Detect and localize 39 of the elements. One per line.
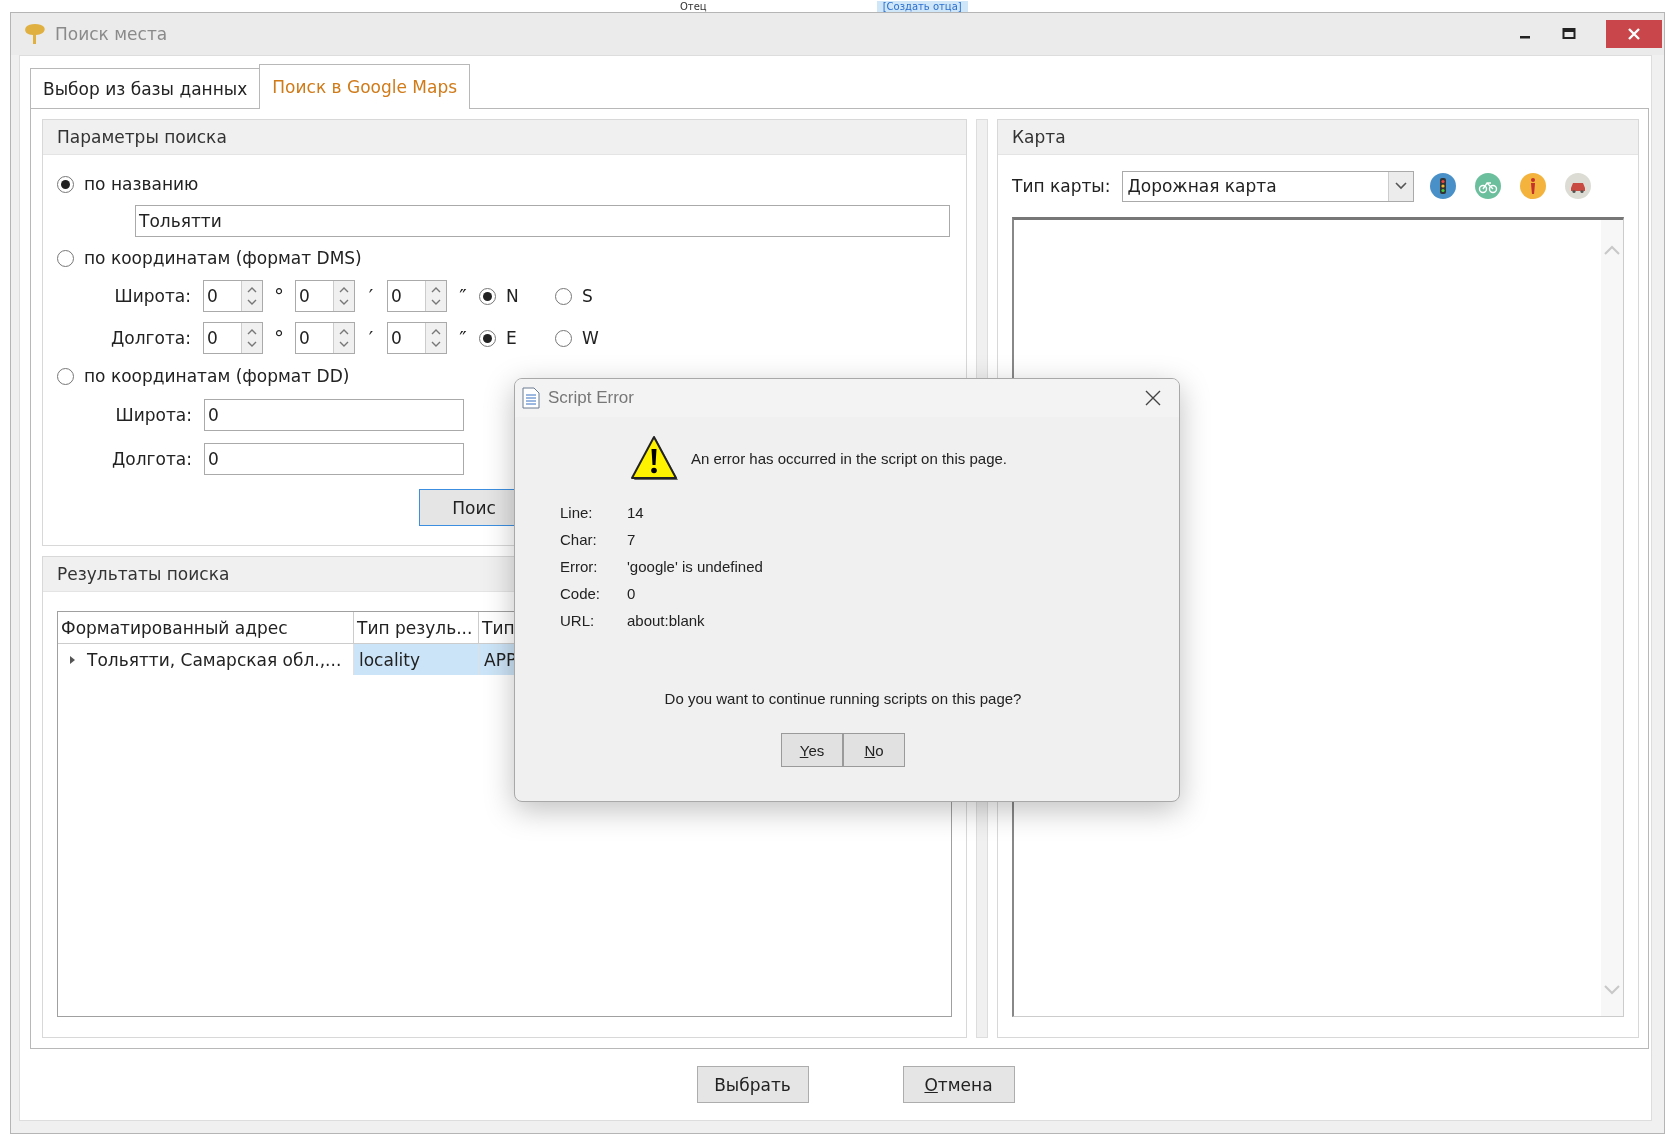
detail-value: about:blank (627, 612, 705, 629)
question-text: Do you want to continue running scripts on this page? (663, 690, 1023, 707)
unit-symbol: ″ (458, 326, 468, 350)
detail-label: Error: (560, 558, 599, 575)
detail-label: Line: (560, 504, 594, 521)
field-label: Широта: (114, 405, 193, 425)
group-title: Результаты поиска (57, 564, 230, 584)
unit-symbol: ° (273, 326, 285, 350)
field-label: Широта: (113, 286, 192, 306)
detail-value: 7 (627, 531, 636, 548)
detail-label: URL: (560, 612, 596, 629)
unit-symbol: ′ (367, 326, 375, 350)
radio-label: W (582, 328, 599, 348)
radio-label: S (582, 286, 593, 306)
field-label: Долгота: (110, 328, 192, 348)
detail-label: Char: (560, 531, 598, 548)
field-label: Тип карты: (1012, 176, 1111, 196)
detail-label: Code: (560, 585, 602, 602)
unit-symbol: ″ (458, 284, 468, 308)
unit-symbol: ° (273, 284, 285, 308)
error-message: An error has occurred in the script on this page. (691, 449, 1007, 467)
group-title: Карта (1012, 127, 1066, 147)
radio-label: E (506, 328, 517, 348)
dialog-title: Script Error (548, 388, 634, 408)
cell-text: Тольятти, Самарская обл.,... (87, 649, 342, 670)
background-text: [Создать отца] (876, 1, 968, 12)
detail-value: 14 (627, 504, 644, 521)
radio-label: N (506, 286, 519, 306)
radio-label: по координатам (формат DD) (84, 366, 350, 386)
cell-text: locality (359, 649, 421, 670)
background-text: Отец (680, 1, 707, 12)
detail-value: 0 (627, 585, 636, 602)
detail-value: 'google' is undefined (627, 558, 763, 575)
radio-label: по названию (84, 174, 199, 194)
field-label: Долгота: (111, 449, 193, 469)
unit-symbol: ′ (367, 284, 375, 308)
window-title: Поиск места (55, 24, 168, 44)
group-title: Параметры поиска (57, 127, 227, 147)
radio-label: по координатам (формат DMS) (84, 248, 362, 268)
